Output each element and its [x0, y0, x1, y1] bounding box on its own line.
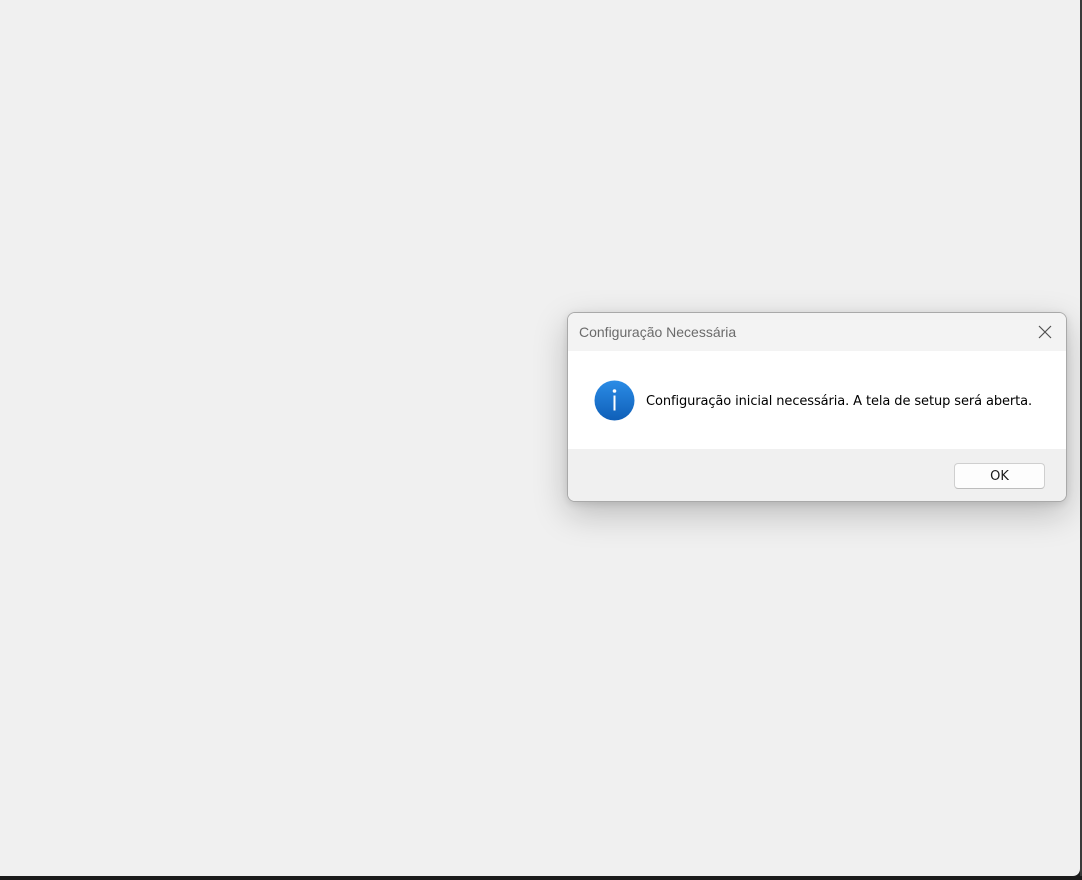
- taskbar-edge: [0, 876, 1082, 880]
- close-button[interactable]: [1032, 319, 1058, 345]
- dialog-title-bar[interactable]: Configuração Necessária: [568, 313, 1066, 351]
- close-icon: [1038, 325, 1052, 339]
- info-icon: [594, 380, 635, 421]
- dialog-message: Configuração inicial necessária. A tela …: [646, 394, 1033, 409]
- dialog-message-area: Configuração inicial necessária. A tela …: [568, 351, 1066, 449]
- ok-button[interactable]: OK: [954, 463, 1045, 489]
- dialog-title: Configuração Necessária: [579, 324, 737, 340]
- message-dialog: Configuração Necessária Configuração ini…: [567, 312, 1067, 502]
- dialog-button-area: OK: [568, 449, 1066, 501]
